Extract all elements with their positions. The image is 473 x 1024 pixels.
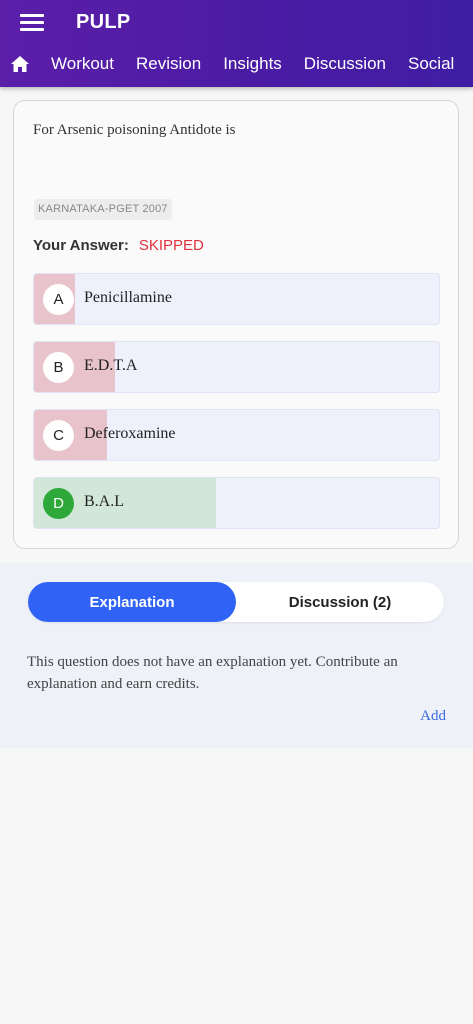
- explanation-text: This question does not have an explanati…: [27, 654, 398, 692]
- question-card: For Arsenic poisoning Antidote is KARNAT…: [13, 100, 459, 549]
- tab-revision[interactable]: Revision: [125, 54, 212, 74]
- question-text: For Arsenic poisoning Antidote is: [33, 122, 236, 138]
- option-a[interactable]: A Penicillamine: [33, 273, 440, 325]
- option-d[interactable]: D B.A.L: [33, 477, 440, 529]
- option-text: E.D.T.A: [84, 357, 138, 374]
- tab-insights[interactable]: Insights: [212, 54, 293, 74]
- answer-label: Your Answer:: [33, 237, 129, 254]
- option-letter: D: [43, 488, 74, 519]
- option-text: Deferoxamine: [84, 425, 176, 442]
- your-answer-row: Your Answer: SKIPPED: [33, 237, 204, 254]
- tab-workout[interactable]: Workout: [40, 54, 125, 74]
- discussion-tab[interactable]: Discussion (2): [236, 582, 444, 622]
- option-b[interactable]: B E.D.T.A: [33, 341, 440, 393]
- add-explanation-link[interactable]: Add: [420, 708, 446, 725]
- option-letter: B: [43, 352, 74, 383]
- exam-tag: KARNATAKA-PGET 2007: [34, 199, 172, 220]
- app-bar: PULP Workout Revision Insights Discussio…: [0, 0, 473, 87]
- option-letter: A: [43, 284, 74, 315]
- nav-tabs: Workout Revision Insights Discussion Soc…: [0, 44, 465, 84]
- option-c[interactable]: C Deferoxamine: [33, 409, 440, 461]
- tab-discussion[interactable]: Discussion: [293, 54, 397, 74]
- tab-home[interactable]: [0, 44, 40, 84]
- home-icon: [11, 56, 29, 72]
- explanation-tab[interactable]: Explanation: [28, 582, 236, 622]
- app-title: PULP: [76, 11, 131, 33]
- option-text: B.A.L: [84, 493, 124, 510]
- explanation-panel: Explanation Discussion (2) This question…: [0, 563, 473, 748]
- hamburger-menu-icon[interactable]: [20, 14, 44, 32]
- option-letter: C: [43, 420, 74, 451]
- option-text: Penicillamine: [84, 289, 172, 306]
- tab-social[interactable]: Social: [397, 54, 465, 74]
- answer-status: SKIPPED: [138, 237, 204, 254]
- explanation-discussion-toggle: Explanation Discussion (2): [28, 582, 444, 622]
